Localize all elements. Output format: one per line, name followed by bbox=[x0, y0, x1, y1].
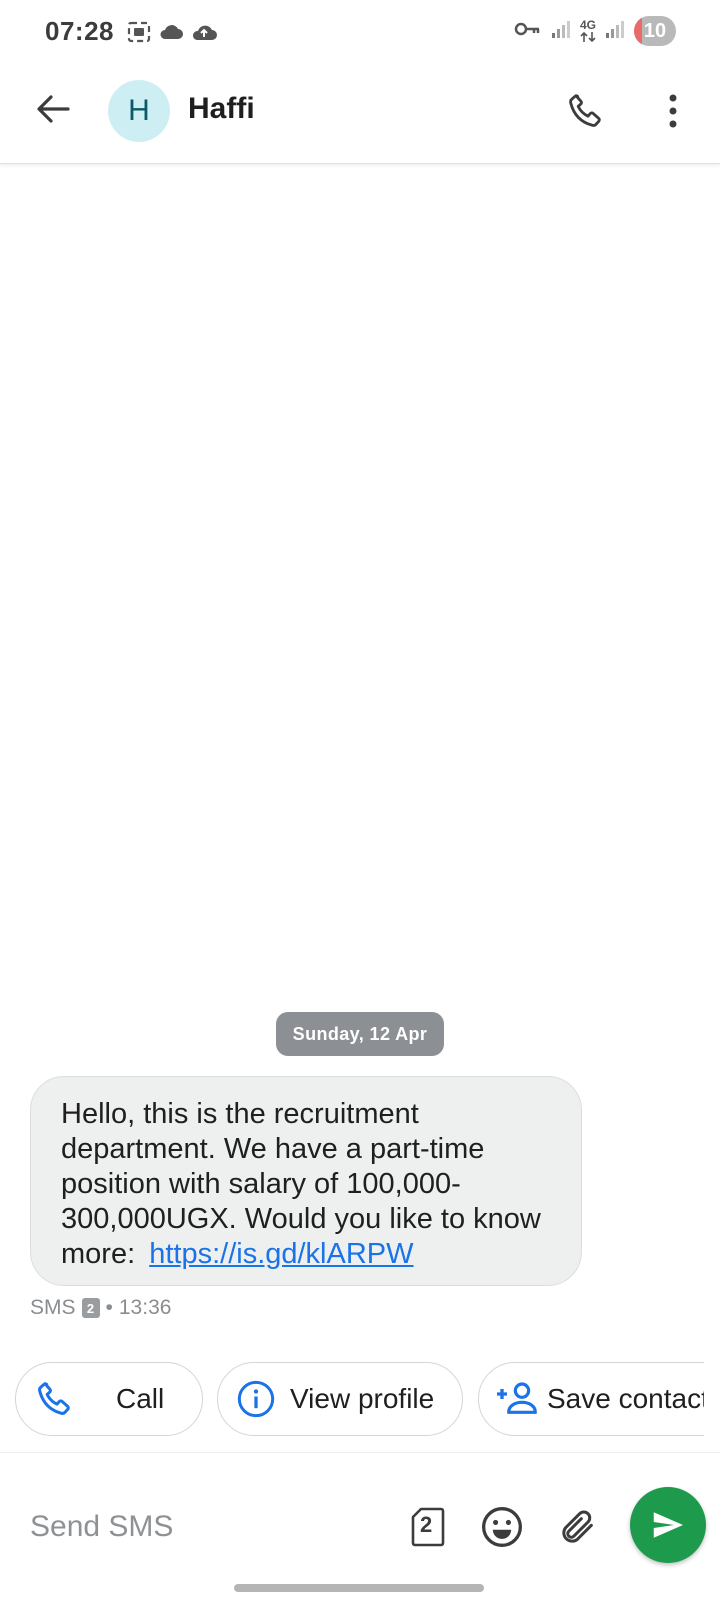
avatar[interactable]: H bbox=[108, 80, 170, 142]
sim-number: 2 bbox=[86, 1300, 95, 1316]
suggestion-call-label: Call bbox=[116, 1383, 165, 1414]
message-link[interactable]: https://is.gd/klARPW bbox=[149, 1238, 413, 1270]
home-indicator[interactable] bbox=[234, 1584, 484, 1592]
sim-select-label: 2 bbox=[420, 1512, 433, 1537]
sim-select-button[interactable]: 2 bbox=[398, 1497, 458, 1557]
more-vert-icon bbox=[669, 94, 677, 128]
contact-name[interactable]: Haffi bbox=[188, 92, 255, 126]
sim-icon: 2 bbox=[81, 1298, 100, 1318]
conversation-header: H Haffi bbox=[0, 62, 720, 164]
attach-icon bbox=[562, 1510, 593, 1543]
suggestion-view-profile-label: View profile bbox=[290, 1383, 435, 1414]
cloud-upload-icon bbox=[190, 21, 218, 48]
status-time: 07:28 bbox=[45, 16, 114, 46]
messages-screen: 07:28 4G 10 H Haffi Sunday, 12 Apr Hello… bbox=[0, 0, 720, 1600]
suggestion-view-profile-button[interactable]: View profile bbox=[217, 1362, 463, 1436]
chips-edge bbox=[704, 1362, 720, 1438]
phone-icon bbox=[569, 94, 601, 127]
signal-icon bbox=[550, 18, 572, 45]
network-type-label: 4G bbox=[579, 17, 596, 32]
arrow-back-icon bbox=[37, 95, 70, 123]
date-divider: Sunday, 12 Apr bbox=[276, 1012, 444, 1056]
send-icon bbox=[653, 1512, 683, 1538]
message-input[interactable] bbox=[30, 1505, 390, 1549]
suggestion-save-contact-button[interactable]: Save contact bbox=[478, 1362, 720, 1436]
data-4g-icon: 4G bbox=[579, 17, 596, 43]
battery-icon: 10 bbox=[634, 16, 676, 46]
screenshot-icon bbox=[126, 20, 152, 49]
message-channel: SMS bbox=[30, 1296, 76, 1319]
call-button[interactable] bbox=[560, 86, 610, 136]
signal-icon bbox=[604, 18, 626, 45]
emoji-button[interactable] bbox=[472, 1497, 532, 1557]
incoming-message-bubble[interactable]: Hello, this is the recruitment departmen… bbox=[30, 1076, 582, 1286]
meta-separator: • bbox=[105, 1296, 113, 1319]
info-icon bbox=[234, 1377, 278, 1421]
suggestion-call-button[interactable]: Call bbox=[15, 1362, 203, 1436]
status-bar: 07:28 4G 10 bbox=[0, 0, 720, 62]
message-meta: SMS 2 • 13:36 bbox=[30, 1296, 171, 1320]
suggestion-save-contact-label: Save contact bbox=[547, 1383, 709, 1414]
status-right-icons: 4G 10 bbox=[514, 16, 676, 46]
phone-icon bbox=[32, 1377, 76, 1421]
compose-bar: 2 bbox=[0, 1452, 720, 1600]
attach-button[interactable] bbox=[548, 1497, 608, 1557]
battery-level: 10 bbox=[643, 19, 667, 42]
suggestion-chips: Call View profile Save contact bbox=[0, 1362, 720, 1438]
more-options-button[interactable] bbox=[648, 86, 698, 136]
add-person-icon bbox=[495, 1377, 539, 1421]
back-button[interactable] bbox=[28, 84, 78, 134]
message-time: 13:36 bbox=[118, 1296, 172, 1319]
status-left-icons bbox=[126, 20, 218, 49]
vpn-key-icon bbox=[514, 18, 542, 45]
cloud-icon bbox=[158, 21, 184, 48]
emoji-icon bbox=[482, 1507, 522, 1547]
send-button[interactable] bbox=[630, 1487, 706, 1563]
